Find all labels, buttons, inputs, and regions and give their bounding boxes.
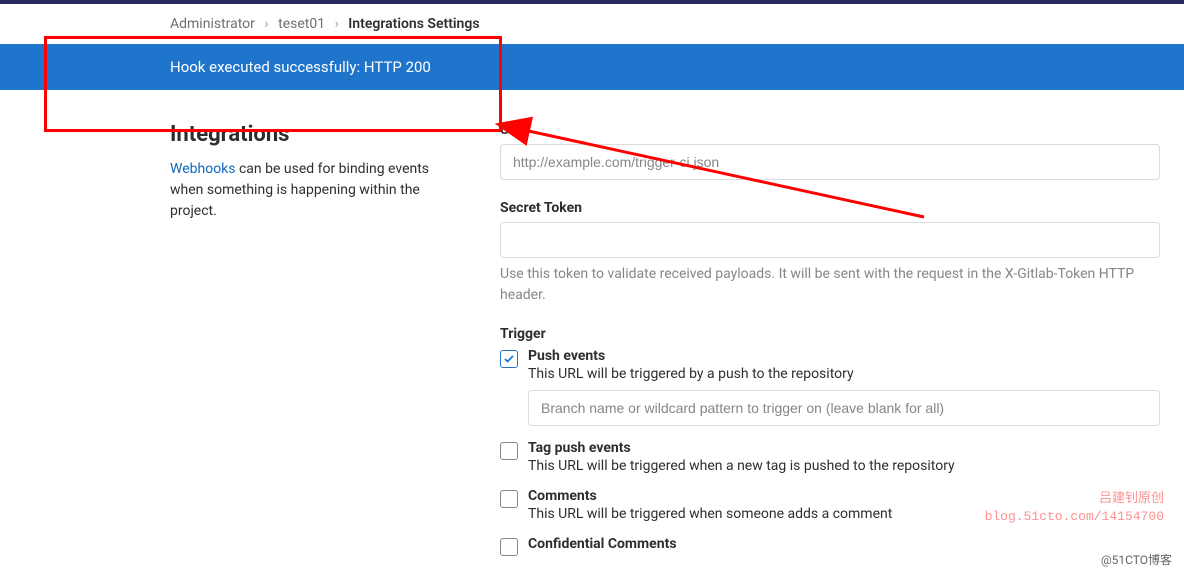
watermark-cto: @51CTO博客 bbox=[1101, 551, 1172, 568]
watermark-author: 吕建钊原创 blog.51cto.com/14154700 bbox=[985, 490, 1164, 526]
breadcrumb-project[interactable]: teset01 bbox=[278, 16, 325, 32]
secret-token-help: Use this token to validate received payl… bbox=[500, 264, 1160, 306]
push-events-title: Push events bbox=[528, 348, 1160, 364]
chevron-right-icon: › bbox=[258, 16, 274, 32]
trigger-label: Trigger bbox=[500, 326, 1160, 342]
confidential-comments-checkbox[interactable] bbox=[500, 538, 518, 556]
url-label: URL bbox=[500, 122, 1160, 138]
push-events-branch-input[interactable] bbox=[528, 390, 1160, 426]
breadcrumb-admin[interactable]: Administrator bbox=[170, 16, 255, 32]
webhooks-link[interactable]: Webhooks bbox=[170, 161, 236, 177]
secret-token-input[interactable] bbox=[500, 222, 1160, 258]
push-events-checkbox[interactable] bbox=[500, 350, 518, 368]
page-description: Webhooks can be used for binding events … bbox=[170, 159, 460, 222]
chevron-right-icon: › bbox=[329, 16, 345, 32]
page-title: Integrations bbox=[170, 122, 460, 147]
tag-push-events-checkbox[interactable] bbox=[500, 442, 518, 460]
tag-push-events-sub: This URL will be triggered when a new ta… bbox=[528, 458, 1160, 474]
confidential-comments-title: Confidential Comments bbox=[528, 536, 1160, 552]
url-input[interactable] bbox=[500, 144, 1160, 180]
comments-checkbox[interactable] bbox=[500, 490, 518, 508]
breadcrumb-current: Integrations Settings bbox=[348, 16, 479, 32]
push-events-sub: This URL will be triggered by a push to … bbox=[528, 366, 1160, 382]
secret-token-label: Secret Token bbox=[500, 200, 1160, 216]
flash-notice: Hook executed successfully: HTTP 200 bbox=[0, 44, 1184, 90]
flash-message: Hook executed successfully: HTTP 200 bbox=[170, 58, 1160, 76]
tag-push-events-title: Tag push events bbox=[528, 440, 1160, 456]
breadcrumb: Administrator › teset01 › Integrations S… bbox=[170, 4, 1160, 44]
